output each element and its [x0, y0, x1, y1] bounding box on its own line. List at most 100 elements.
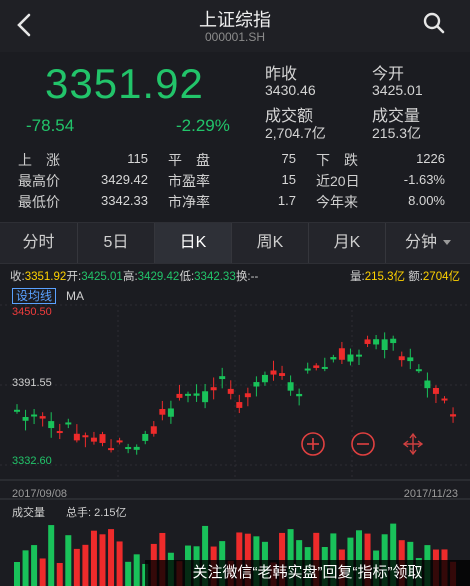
axis-high-label: 3450.50	[12, 306, 52, 318]
total-hand-label: 总手: 2.15亿	[66, 507, 127, 519]
twenty-day-label: 近20日	[316, 173, 360, 189]
ytd-value: 8.00%	[408, 193, 445, 208]
high-value: 3429.42	[101, 172, 148, 187]
volume-bar	[82, 544, 89, 586]
pe-value: 15	[281, 172, 296, 187]
current-price: 3351.92	[45, 60, 204, 107]
flat-count-label: 平 盘	[168, 152, 210, 168]
search-icon[interactable]	[422, 11, 446, 35]
candle-body	[22, 417, 29, 421]
twenty-day-value: -1.63%	[403, 172, 445, 187]
volume-bar	[99, 534, 106, 586]
volume-bar	[133, 554, 140, 586]
tab-timeshare[interactable]: 分时	[0, 223, 78, 263]
candle-body	[142, 433, 149, 441]
candle-body	[219, 376, 226, 380]
info-low-label: 低:	[179, 271, 195, 283]
prev-close-value: 3430.46	[265, 82, 316, 98]
tab-minute-label: 分钟	[404, 234, 437, 251]
low-value: 3342.33	[101, 193, 148, 208]
up-count-value: 115	[127, 151, 148, 166]
volume-bar	[14, 561, 20, 586]
candle-body	[364, 339, 371, 344]
volume-bar	[125, 561, 132, 586]
candle-body	[347, 354, 354, 362]
candle-body	[65, 422, 72, 425]
candle-body	[287, 382, 294, 391]
open-value: 3425.01	[372, 82, 423, 98]
volume-bar	[39, 558, 46, 586]
high-label: 最高价	[18, 173, 60, 189]
info-close-value: 3351.92	[24, 271, 67, 283]
candle-body	[313, 365, 320, 368]
chart-grid	[0, 304, 470, 500]
candle-body	[356, 354, 362, 357]
info-open-value: 3425.01	[81, 271, 123, 283]
date-start-label: 2017/09/08	[12, 488, 68, 500]
volume-bar	[90, 530, 97, 586]
candle-body	[193, 393, 200, 396]
axis-mid-label: 3391.55	[12, 377, 52, 389]
volume-bar	[22, 550, 29, 586]
volume-bar	[56, 562, 63, 586]
dropdown-arrow-icon	[443, 240, 451, 246]
volume-bar	[116, 541, 123, 586]
quote-panel: 3351.92 -78.54 -2.29% 昨收 3430.46 今开 3425…	[0, 52, 470, 217]
candle-body	[73, 433, 80, 441]
candle-body	[150, 426, 157, 434]
candle-body	[261, 374, 268, 383]
stock-code: 000001.SH	[204, 30, 266, 44]
candle-body	[415, 369, 422, 372]
tab-week-k[interactable]: 周K	[232, 223, 309, 263]
info-high-label: 高:	[122, 271, 138, 283]
candle-body	[108, 448, 115, 451]
open-label: 今开	[372, 66, 405, 83]
tab-five-day[interactable]: 5日	[78, 223, 155, 263]
info-close-label: 收:	[10, 271, 25, 283]
candle-body	[407, 357, 414, 362]
period-tabs: 分时 5日 日K 周K 月K 分钟	[0, 222, 470, 264]
candle-body	[227, 388, 234, 394]
candle-body	[176, 393, 183, 398]
candle-body	[253, 382, 260, 387]
drag-move-icon[interactable]	[402, 432, 424, 456]
candle-body	[82, 435, 89, 438]
pe-label: 市盈率	[168, 173, 210, 189]
candle-body	[125, 447, 132, 450]
info-vol-label: 量:	[350, 271, 365, 283]
candle-body	[390, 338, 397, 344]
pb-value: 1.7	[277, 193, 296, 208]
info-turnover-label: 换:	[235, 271, 251, 283]
candle-body	[116, 440, 123, 443]
candle-body	[159, 409, 166, 415]
tab-minute[interactable]: 分钟	[386, 223, 470, 263]
candle-body	[441, 398, 448, 401]
candle-body	[373, 339, 380, 345]
ytd-label: 今年来	[316, 194, 358, 210]
candle-body	[14, 409, 20, 412]
price-change-pct: -2.29%	[176, 116, 230, 135]
pb-label: 市净率	[168, 194, 210, 210]
nav-bar: 上证综指 000001.SH	[0, 0, 470, 52]
candle-body	[39, 416, 46, 419]
tab-month-k[interactable]: 月K	[309, 223, 386, 263]
candle-body	[185, 393, 191, 396]
down-count-value: 1226	[416, 151, 445, 166]
candle-body	[210, 387, 217, 391]
candle-body	[31, 414, 38, 417]
candlestick-chart[interactable]	[0, 285, 470, 586]
zoom-in-icon[interactable]	[301, 432, 325, 456]
volume-bar	[31, 545, 38, 586]
candle-body	[381, 339, 388, 350]
ma-settings-button[interactable]: 设均线	[12, 288, 57, 304]
candle-body	[48, 421, 55, 429]
candle-body	[330, 357, 337, 360]
zoom-out-icon[interactable]	[351, 432, 375, 456]
candle-body	[270, 370, 277, 375]
axis-low-label: 3332.60	[12, 455, 52, 467]
tab-day-k[interactable]: 日K	[155, 223, 232, 263]
volume-chart-label: 成交量	[12, 507, 45, 519]
candle-body	[432, 387, 439, 394]
info-amt-value: 2704亿	[422, 271, 460, 283]
volume-bar	[108, 529, 115, 586]
